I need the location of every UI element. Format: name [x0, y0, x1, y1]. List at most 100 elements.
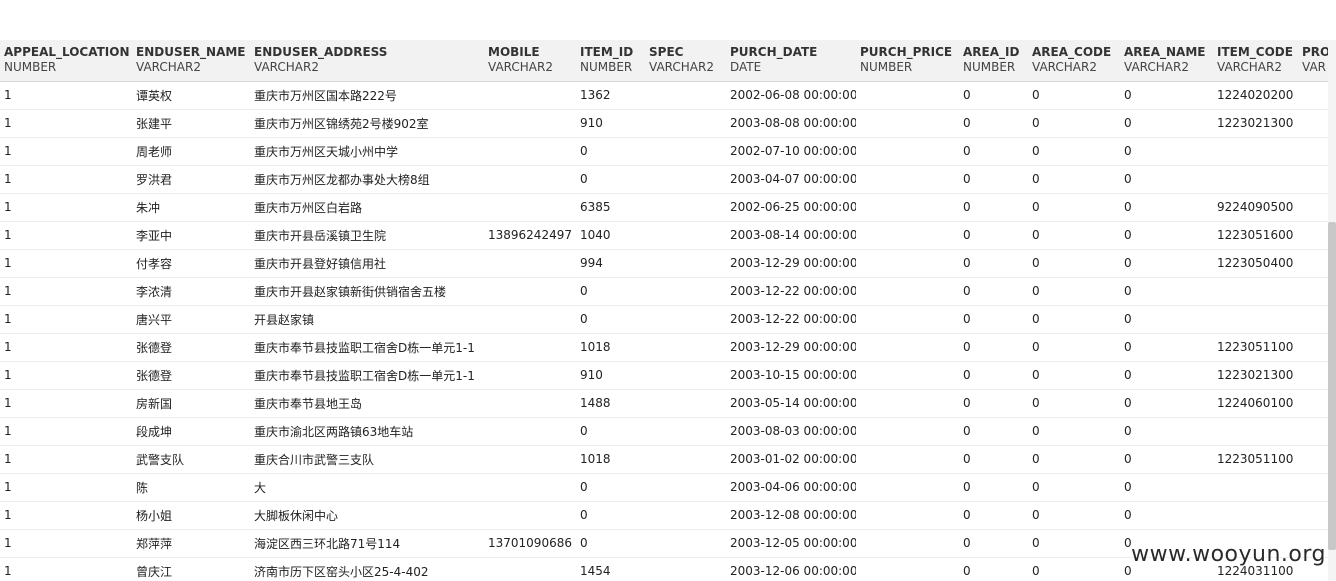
cell-purch-price[interactable]: [856, 557, 959, 581]
cell-spec[interactable]: [645, 557, 726, 581]
cell-enduser-address[interactable]: 重庆市万州区龙都办事处大榜8组: [250, 165, 484, 194]
scrollbar-thumb[interactable]: [1328, 222, 1336, 550]
cell-purch-date[interactable]: 2003-05-14 00:00:00: [726, 389, 856, 418]
table-row[interactable]: 1 周老师 重庆市万州区天城小州中学 0 2002-07-10 00:00:00 0 0 0: [0, 137, 1336, 166]
cell-item-id[interactable]: 0: [576, 501, 645, 530]
cell-mobile[interactable]: 13701090686: [484, 529, 576, 558]
cell-enduser-address[interactable]: 重庆市万州区白岩路: [250, 193, 484, 222]
cell-mobile[interactable]: [484, 417, 576, 446]
cell-enduser-name[interactable]: 唐兴平: [132, 305, 250, 334]
cell-item-code[interactable]: [1213, 417, 1298, 446]
table-row[interactable]: 1 付孝容 重庆市开县登好镇信用社 994 2003-12-29 00:00:00 0 0 0…: [0, 249, 1336, 278]
cell-purch-price[interactable]: [856, 389, 959, 418]
cell-purch-price[interactable]: [856, 473, 959, 502]
column-header-purch-date[interactable]: PURCH_DATE DATE: [726, 40, 856, 82]
cell-purch-price[interactable]: [856, 165, 959, 194]
cell-area-code[interactable]: 0: [1028, 249, 1120, 278]
cell-mobile[interactable]: [484, 557, 576, 581]
cell-mobile[interactable]: [484, 109, 576, 138]
cell-enduser-name[interactable]: 李亚中: [132, 221, 250, 250]
cell-area-id[interactable]: 0: [959, 305, 1028, 334]
cell-purch-price[interactable]: [856, 81, 959, 110]
cell-area-name[interactable]: 0: [1120, 193, 1213, 222]
column-header-item-id[interactable]: ITEM_ID NUMBER: [576, 40, 645, 82]
cell-purch-price[interactable]: [856, 333, 959, 362]
cell-purch-price[interactable]: [856, 249, 959, 278]
cell-appeal-location[interactable]: 1: [0, 193, 132, 222]
cell-appeal-location[interactable]: 1: [0, 81, 132, 110]
cell-item-id[interactable]: 0: [576, 417, 645, 446]
cell-item-code[interactable]: 1223051100: [1213, 445, 1298, 474]
cell-enduser-address[interactable]: 海淀区西三环北路71号114: [250, 529, 484, 558]
cell-appeal-location[interactable]: 1: [0, 557, 132, 581]
cell-purch-date[interactable]: 2003-04-07 00:00:00: [726, 165, 856, 194]
cell-area-id[interactable]: 0: [959, 529, 1028, 558]
cell-enduser-name[interactable]: 杨小姐: [132, 501, 250, 530]
cell-item-code[interactable]: [1213, 305, 1298, 334]
cell-area-name[interactable]: 0: [1120, 221, 1213, 250]
cell-area-code[interactable]: 0: [1028, 81, 1120, 110]
cell-area-code[interactable]: 0: [1028, 557, 1120, 581]
cell-item-code[interactable]: [1213, 277, 1298, 306]
cell-appeal-location[interactable]: 1: [0, 417, 132, 446]
cell-spec[interactable]: [645, 81, 726, 110]
cell-item-id[interactable]: 0: [576, 277, 645, 306]
column-header-purch-price[interactable]: PURCH_PRICE NUMBER: [856, 40, 959, 82]
cell-enduser-name[interactable]: 付孝容: [132, 249, 250, 278]
cell-purch-price[interactable]: [856, 361, 959, 390]
cell-spec[interactable]: [645, 529, 726, 558]
cell-item-id[interactable]: 1018: [576, 445, 645, 474]
cell-mobile[interactable]: 13896242497: [484, 221, 576, 250]
cell-item-id[interactable]: 910: [576, 109, 645, 138]
cell-area-name[interactable]: 0: [1120, 165, 1213, 194]
cell-area-code[interactable]: 0: [1028, 501, 1120, 530]
cell-area-id[interactable]: 0: [959, 193, 1028, 222]
table-row[interactable]: 1 杨小姐 大脚板休闲中心 0 2003-12-08 00:00:00 0 0 0: [0, 501, 1336, 530]
cell-mobile[interactable]: [484, 445, 576, 474]
cell-item-code[interactable]: 1223021300: [1213, 361, 1298, 390]
table-row[interactable]: 1 李浓清 重庆市开县赵家镇新街供销宿舍五楼 0 2003-12-22 00:00:00…: [0, 277, 1336, 306]
cell-item-id[interactable]: 1040: [576, 221, 645, 250]
cell-enduser-name[interactable]: 朱冲: [132, 193, 250, 222]
cell-spec[interactable]: [645, 501, 726, 530]
cell-area-code[interactable]: 0: [1028, 361, 1120, 390]
cell-area-code[interactable]: 0: [1028, 277, 1120, 306]
cell-area-code[interactable]: 0: [1028, 165, 1120, 194]
cell-mobile[interactable]: [484, 249, 576, 278]
cell-item-id[interactable]: 1454: [576, 557, 645, 581]
cell-enduser-name[interactable]: 李浓清: [132, 277, 250, 306]
column-header-area-name[interactable]: AREA_NAME VARCHAR2: [1120, 40, 1213, 82]
cell-area-id[interactable]: 0: [959, 277, 1028, 306]
cell-purch-date[interactable]: 2003-12-22 00:00:00: [726, 305, 856, 334]
cell-area-code[interactable]: 0: [1028, 389, 1120, 418]
cell-area-id[interactable]: 0: [959, 389, 1028, 418]
cell-area-id[interactable]: 0: [959, 165, 1028, 194]
cell-enduser-name[interactable]: 罗洪君: [132, 165, 250, 194]
cell-enduser-name[interactable]: 张建平: [132, 109, 250, 138]
cell-item-id[interactable]: 0: [576, 529, 645, 558]
cell-item-id[interactable]: 6385: [576, 193, 645, 222]
cell-enduser-address[interactable]: 重庆市渝北区两路镇63地车站: [250, 417, 484, 446]
cell-enduser-address[interactable]: 重庆市奉节县技监职工宿舍D栋一单元1-1: [250, 333, 484, 362]
cell-spec[interactable]: [645, 361, 726, 390]
cell-item-code[interactable]: [1213, 473, 1298, 502]
cell-item-code[interactable]: [1213, 501, 1298, 530]
cell-enduser-name[interactable]: 曾庆江: [132, 557, 250, 581]
cell-purch-date[interactable]: 2003-08-08 00:00:00: [726, 109, 856, 138]
cell-enduser-address[interactable]: 济南市历下区窑头小区25-4-402: [250, 557, 484, 581]
cell-mobile[interactable]: [484, 165, 576, 194]
cell-enduser-name[interactable]: 段成坤: [132, 417, 250, 446]
cell-area-name[interactable]: 0: [1120, 249, 1213, 278]
cell-item-code[interactable]: 1223021300: [1213, 109, 1298, 138]
cell-appeal-location[interactable]: 1: [0, 249, 132, 278]
cell-purch-date[interactable]: 2003-01-02 00:00:00: [726, 445, 856, 474]
cell-area-id[interactable]: 0: [959, 333, 1028, 362]
cell-spec[interactable]: [645, 249, 726, 278]
column-header-area-id[interactable]: AREA_ID NUMBER: [959, 40, 1028, 82]
cell-purch-date[interactable]: 2002-06-25 00:00:00: [726, 193, 856, 222]
cell-area-name[interactable]: 0: [1120, 109, 1213, 138]
cell-enduser-name[interactable]: 房新国: [132, 389, 250, 418]
cell-purch-price[interactable]: [856, 109, 959, 138]
cell-mobile[interactable]: [484, 473, 576, 502]
cell-item-code[interactable]: 1223051100: [1213, 333, 1298, 362]
